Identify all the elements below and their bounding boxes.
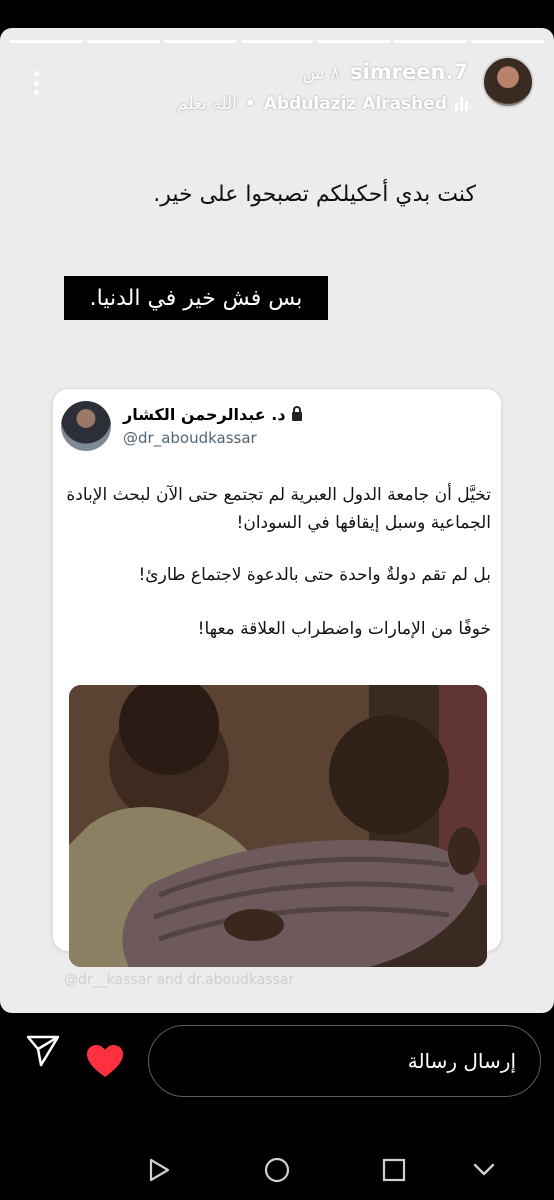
separator-dot: • [244,94,256,114]
story-card[interactable]: ٨ س simreen.7 الله يعلم • Abdulaziz Alra… [0,28,554,1013]
message-input[interactable]: إرسال رسالة [148,1025,541,1097]
like-heart-icon[interactable] [86,1044,124,1078]
send-icon[interactable] [25,1032,61,1068]
user-avatar[interactable] [482,56,534,108]
caption-text: كنت بدي أحكيلكم تصبحوا على خير. [153,182,476,207]
progress-segment [240,40,314,43]
hide-keyboard-icon[interactable] [467,1153,501,1187]
tweet-card: د. عبدالرحمن الكشار @dr_aboudkassar تخيَ… [52,388,502,967]
tweet-paragraph: تخيَّل أن جامعة الدول العبرية لم تجتمع ح… [66,485,491,533]
tweet-handle: @dr_aboudkassar [123,429,257,447]
artist-name: Abdulaziz Alrashed [263,94,447,114]
home-nav-icon[interactable] [260,1153,294,1187]
progress-segment [394,40,468,43]
caption-highlight: بس فش خير في الدنيا. [64,276,328,320]
progress-segment [86,40,160,43]
music-sticker[interactable]: الله يعلم • Abdulaziz Alrashed [177,94,468,114]
story-time: ٨ س [302,63,341,84]
tweet-paragraph: خوفًا من الإمارات واضطراب العلاقة معها! [197,619,491,639]
recents-nav-icon[interactable] [377,1153,411,1187]
children-photo-illustration [69,685,487,967]
tweet-photo [69,685,487,967]
tweet-paragraph: بل لم تقم دولةٌ واحدة حتى بالدعوة لاجتما… [138,565,491,585]
progress-segment [471,40,545,43]
progress-segment [10,40,83,43]
back-nav-icon[interactable] [142,1153,176,1187]
more-options-icon[interactable] [26,68,46,98]
story-header: ٨ س simreen.7 [303,60,468,84]
song-title: الله يعلم [176,94,237,114]
progress-segment [163,40,237,43]
story-watermark: @dr__kassar and dr.aboudkassar [64,972,295,988]
tweet-author-avatar [61,401,111,451]
music-bars-icon [455,97,468,111]
tweet-author-label: د. عبدالرحمن الكشار [123,405,286,424]
tweet-author-name: د. عبدالرحمن الكشار [123,405,302,424]
lock-icon [291,406,302,421]
story-progress-bar [10,40,545,43]
progress-segment [317,40,391,43]
username[interactable]: simreen.7 [350,60,468,84]
